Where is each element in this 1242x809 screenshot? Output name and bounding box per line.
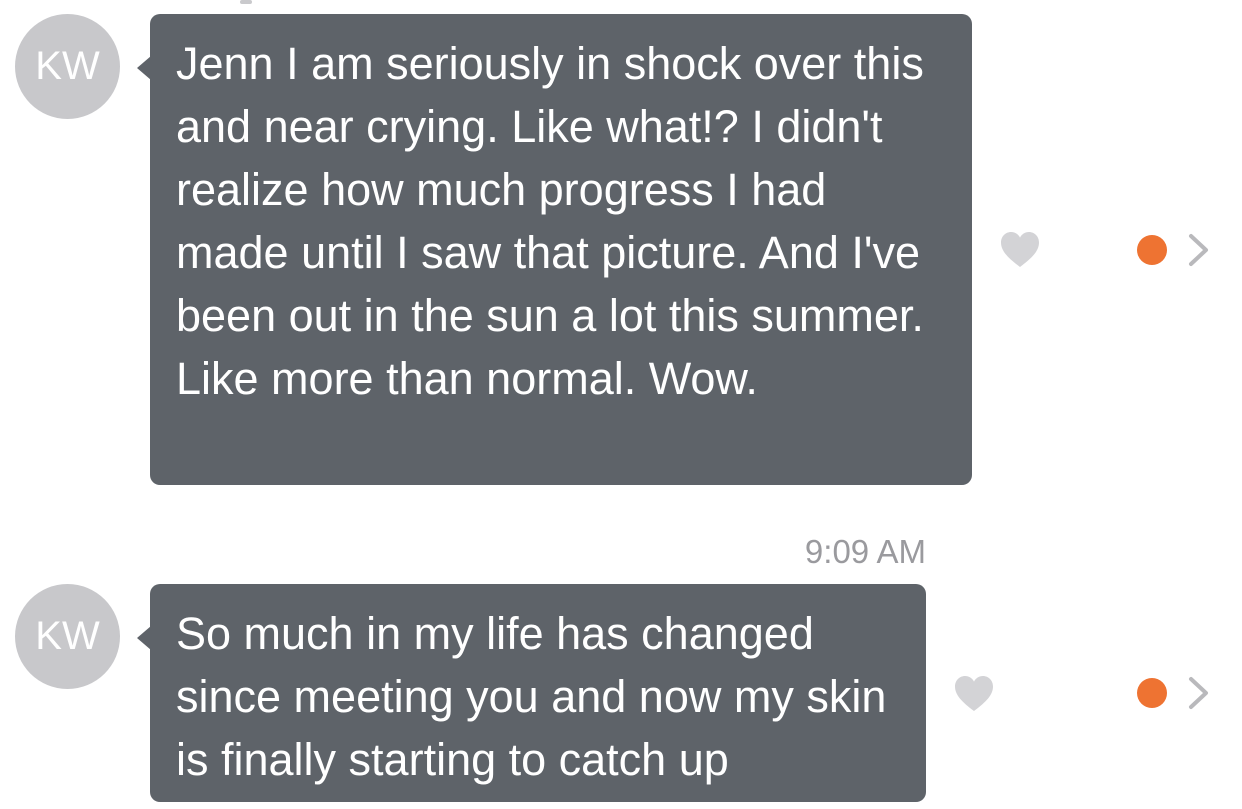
- cropped-text-fragment: [230, 0, 260, 6]
- message-bubble[interactable]: Jenn I am seriously in shock over this a…: [137, 14, 972, 485]
- avatar[interactable]: KW: [15, 584, 120, 689]
- heart-icon[interactable]: [954, 675, 994, 713]
- chevron-right-icon[interactable]: [1184, 675, 1214, 711]
- unread-dot-icon: [1137, 235, 1167, 265]
- heart-icon[interactable]: [1000, 231, 1040, 269]
- message-bubble[interactable]: So much in my life has changed since mee…: [137, 584, 926, 802]
- avatar[interactable]: KW: [15, 14, 120, 119]
- message-timestamp: 9:09 AM: [804, 533, 926, 570]
- sender-name-fragment: ​: [175, 548, 430, 564]
- unread-dot-icon: [1137, 678, 1167, 708]
- chevron-right-icon[interactable]: [1184, 232, 1214, 268]
